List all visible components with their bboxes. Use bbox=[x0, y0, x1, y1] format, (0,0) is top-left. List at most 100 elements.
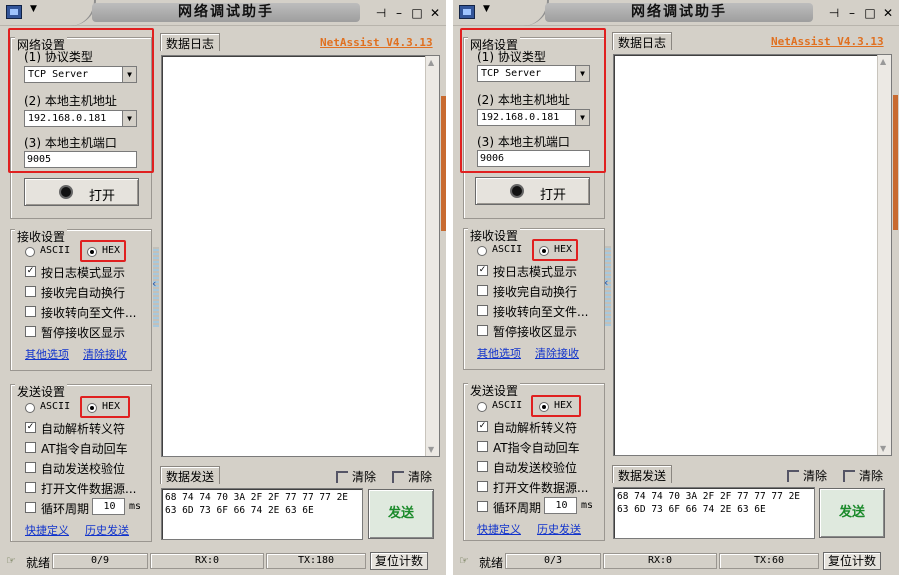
other-options-link[interactable]: 其他选项 bbox=[477, 345, 521, 361]
scroll-down-icon[interactable]: ▼ bbox=[428, 445, 434, 454]
receive-log-area[interactable]: ▲ ▼ bbox=[613, 54, 892, 456]
open-file-source-checkbox[interactable] bbox=[477, 481, 488, 492]
close-button[interactable]: ✕ bbox=[428, 5, 442, 21]
pause-display-checkbox[interactable] bbox=[477, 325, 488, 336]
app-icon bbox=[459, 5, 475, 19]
title-bar[interactable]: ▼ 网络调试助手 ⊣ – □ ✕ bbox=[0, 0, 446, 26]
status-ready: 就绪 bbox=[479, 556, 504, 570]
log-scrollbar[interactable]: ▲ ▼ bbox=[425, 56, 439, 456]
log-mode-label: 按日志模式显示 bbox=[493, 265, 578, 279]
pause-display-checkbox[interactable] bbox=[25, 326, 36, 337]
send-button[interactable]: 发送 bbox=[819, 488, 885, 538]
clear-send-button[interactable]: 清除 bbox=[843, 467, 883, 484]
log-mode-checkbox[interactable]: ✓ bbox=[25, 266, 36, 277]
auto-escape-checkbox[interactable]: ✓ bbox=[477, 421, 488, 432]
open-file-source-checkbox[interactable] bbox=[25, 482, 36, 493]
app-icon bbox=[6, 5, 22, 19]
send-data-line: 63 6D 73 6F 66 74 2E 63 6E bbox=[165, 505, 314, 516]
receive-ascii-radio[interactable] bbox=[25, 247, 35, 257]
system-menu[interactable]: ▼ bbox=[4, 4, 48, 22]
auto-escape-label: 自动解析转义符 bbox=[493, 421, 578, 435]
shortcut-def-link[interactable]: 快捷定义 bbox=[25, 522, 69, 538]
auto-escape-checkbox[interactable]: ✓ bbox=[25, 422, 36, 433]
loop-period-input[interactable]: 10 bbox=[92, 498, 125, 515]
status-count: 0/9 bbox=[52, 553, 148, 569]
receive-log-area[interactable]: ▲ ▼ bbox=[161, 55, 440, 457]
window-title-text: 网络调试助手 bbox=[631, 4, 727, 20]
clear-send-label: 清除 bbox=[859, 469, 884, 483]
close-button[interactable]: ✕ bbox=[881, 5, 895, 21]
scroll-up-icon[interactable]: ▲ bbox=[428, 58, 434, 67]
clear-receive-link[interactable]: 清除接收 bbox=[83, 346, 127, 362]
receive-ascii-label: ASCII bbox=[40, 245, 71, 256]
shortcut-def-link[interactable]: 快捷定义 bbox=[477, 521, 521, 537]
dropdown-arrow-icon: ▼ bbox=[30, 4, 37, 14]
highlight-network-box bbox=[460, 28, 606, 173]
scroll-up-icon[interactable]: ▲ bbox=[880, 57, 886, 66]
history-send-link[interactable]: 历史发送 bbox=[85, 522, 129, 538]
log-scrollbar[interactable]: ▲ ▼ bbox=[877, 55, 891, 455]
scroll-down-icon[interactable]: ▼ bbox=[880, 444, 886, 453]
maximize-button[interactable]: □ bbox=[410, 5, 424, 21]
hand-icon: ☞ bbox=[459, 554, 469, 567]
window-divider bbox=[446, 0, 453, 575]
send-ascii-radio[interactable] bbox=[25, 403, 35, 413]
at-auto-cr-checkbox[interactable] bbox=[25, 442, 36, 453]
loop-period-checkbox[interactable] bbox=[25, 502, 36, 513]
clear-send-button[interactable]: 清除 bbox=[392, 468, 432, 485]
pin-icon[interactable]: ⊣ bbox=[374, 5, 388, 21]
send-text-area[interactable]: 68 74 74 70 3A 2F 2F 77 77 77 2E 63 6D 73… bbox=[161, 488, 363, 540]
reset-count-button[interactable]: 复位计数 bbox=[370, 552, 428, 570]
auto-wrap-checkbox[interactable] bbox=[25, 286, 36, 297]
redirect-file-checkbox[interactable] bbox=[25, 306, 36, 317]
send-text-area[interactable]: 68 74 74 70 3A 2F 2F 77 77 77 2E 63 6D 73… bbox=[613, 487, 815, 539]
pause-display-label: 暂停接收区显示 bbox=[493, 325, 578, 339]
open-button[interactable]: 打开 bbox=[475, 177, 590, 205]
redirect-file-checkbox[interactable] bbox=[477, 305, 488, 316]
panel-splitter[interactable]: ‹ bbox=[604, 246, 611, 326]
record-icon bbox=[59, 185, 73, 199]
clear-receive-link[interactable]: 清除接收 bbox=[535, 345, 579, 361]
open-button[interactable]: 打开 bbox=[24, 178, 139, 206]
receive-settings-title: 接收设置 bbox=[15, 228, 68, 245]
send-ascii-radio[interactable] bbox=[477, 402, 487, 412]
netassist-window-1: ▼ 网络调试助手 ⊣ – □ ✕ 网络设置 (1) 协议类型 TCP Serve… bbox=[0, 0, 446, 575]
minimize-button[interactable]: – bbox=[392, 5, 406, 21]
log-mode-checkbox[interactable]: ✓ bbox=[477, 265, 488, 276]
tab-data-log[interactable]: 数据日志 bbox=[612, 32, 673, 50]
system-menu[interactable]: ▼ bbox=[457, 4, 501, 22]
chevron-left-icon[interactable]: ‹ bbox=[152, 277, 156, 290]
loop-period-label: 循环周期 bbox=[493, 501, 542, 515]
loop-period-checkbox[interactable] bbox=[477, 501, 488, 512]
loop-period-input[interactable]: 10 bbox=[544, 497, 577, 514]
tab-data-send[interactable]: 数据发送 bbox=[160, 466, 221, 484]
minimize-button[interactable]: – bbox=[845, 5, 859, 21]
loop-unit-label: ms bbox=[581, 500, 594, 511]
title-bar[interactable]: ▼ 网络调试助手 ⊣ – □ ✕ bbox=[453, 0, 899, 26]
clear-icon bbox=[392, 471, 404, 483]
auto-wrap-checkbox[interactable] bbox=[477, 285, 488, 296]
maximize-button[interactable]: □ bbox=[863, 5, 877, 21]
receive-ascii-label: ASCII bbox=[492, 244, 523, 255]
reset-count-button[interactable]: 复位计数 bbox=[823, 552, 881, 570]
receive-ascii-radio[interactable] bbox=[477, 246, 487, 256]
other-options-link[interactable]: 其他选项 bbox=[25, 346, 69, 362]
history-send-link[interactable]: 历史发送 bbox=[537, 521, 581, 537]
window-title: 网络调试助手 bbox=[545, 3, 813, 22]
auto-checksum-checkbox[interactable] bbox=[25, 462, 36, 473]
pin-icon[interactable]: ⊣ bbox=[827, 5, 841, 21]
tab-data-log[interactable]: 数据日志 bbox=[160, 33, 221, 51]
log-mode-label: 按日志模式显示 bbox=[41, 266, 126, 280]
panel-splitter[interactable]: ‹ bbox=[152, 247, 159, 327]
at-auto-cr-checkbox[interactable] bbox=[477, 441, 488, 452]
auto-checksum-checkbox[interactable] bbox=[477, 461, 488, 472]
send-button[interactable]: 发送 bbox=[368, 489, 434, 539]
clear-send-history-button[interactable]: 清除 bbox=[336, 468, 376, 485]
clear-send-history-button[interactable]: 清除 bbox=[787, 467, 827, 484]
brand-link[interactable]: NetAssist V4.3.13 bbox=[320, 36, 433, 49]
tab-data-send[interactable]: 数据发送 bbox=[612, 465, 673, 483]
chevron-left-icon[interactable]: ‹ bbox=[604, 276, 608, 289]
highlight-network-box bbox=[8, 28, 154, 173]
brand-link[interactable]: NetAssist V4.3.13 bbox=[771, 35, 884, 48]
auto-wrap-label: 接收完自动换行 bbox=[41, 286, 126, 300]
